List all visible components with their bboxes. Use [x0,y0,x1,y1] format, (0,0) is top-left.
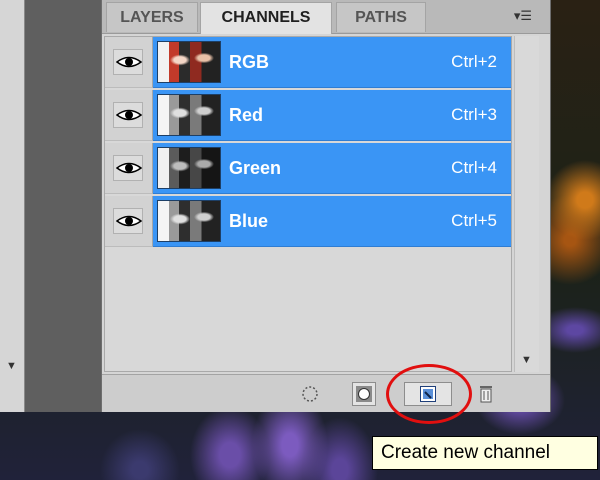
highlight-circle-annotation [386,364,472,424]
channel-row-rgb[interactable]: RGB Ctrl+2 [105,37,511,89]
eye-icon[interactable] [113,49,143,75]
scroll-down-arrow-icon[interactable]: ▼ [521,354,532,366]
channel-thumbnail [157,200,221,242]
channel-cell[interactable]: RGB Ctrl+2 [153,37,511,88]
channel-cell[interactable]: Green Ctrl+4 [153,143,511,194]
eye-icon[interactable] [113,208,143,234]
visibility-cell[interactable] [105,37,153,88]
channel-thumbnail [157,147,221,189]
channel-shortcut: Ctrl+2 [451,52,497,71]
channel-cell[interactable]: Red Ctrl+3 [153,90,511,141]
tab-paths[interactable]: PATHS [336,2,426,32]
channel-shortcut: Ctrl+5 [451,211,497,230]
channel-cell[interactable]: Blue Ctrl+5 [153,196,511,247]
scroll-down-arrow-icon[interactable]: ▼ [6,360,17,372]
eye-icon[interactable] [113,102,143,128]
delete-channel-icon [480,386,492,403]
visibility-cell[interactable] [105,196,153,247]
channel-name: Blue [229,211,269,231]
channel-thumbnail [157,41,221,83]
channel-row-blue[interactable]: Blue Ctrl+5 [105,196,511,248]
channel-name: Red [229,105,264,125]
tooltip: Create new channel [372,436,598,470]
channel-thumbnail [157,94,221,136]
delete-channel-button[interactable] [474,382,498,406]
load-channel-as-selection-icon [302,386,318,402]
panel-tab-bar: LAYERS CHANNELS PATHS ▾☰ [102,0,550,34]
visibility-cell[interactable] [105,90,153,141]
channel-row-green[interactable]: Green Ctrl+4 [105,143,511,195]
channel-shortcut: Ctrl+3 [451,105,497,124]
channel-list: RGB Ctrl+2 Red Ctrl+3 Green Ctrl+4 Blue … [104,36,512,372]
save-selection-as-channel-icon [356,386,372,402]
eye-icon[interactable] [113,155,143,181]
channels-panel: LAYERS CHANNELS PATHS ▾☰ RGB Ctrl+2 Red … [101,0,551,412]
channels-panel-footer [102,374,550,412]
tab-channels[interactable]: CHANNELS [200,2,332,34]
channel-shortcut: Ctrl+4 [451,158,497,177]
channel-name: Green [229,158,282,178]
panel-menu-icon[interactable]: ▾☰ [507,6,539,26]
channel-row-red[interactable]: Red Ctrl+3 [105,90,511,142]
tab-layers[interactable]: LAYERS [106,2,198,32]
panel-gutter [25,0,101,412]
channel-list-scrollbar[interactable]: ▼ [514,36,539,372]
visibility-cell[interactable] [105,143,153,194]
channel-name: RGB [229,52,269,72]
load-channel-as-selection-button[interactable] [298,382,322,406]
adjacent-panel-edge: ▼ [0,0,25,412]
save-selection-as-channel-button[interactable] [352,382,376,406]
